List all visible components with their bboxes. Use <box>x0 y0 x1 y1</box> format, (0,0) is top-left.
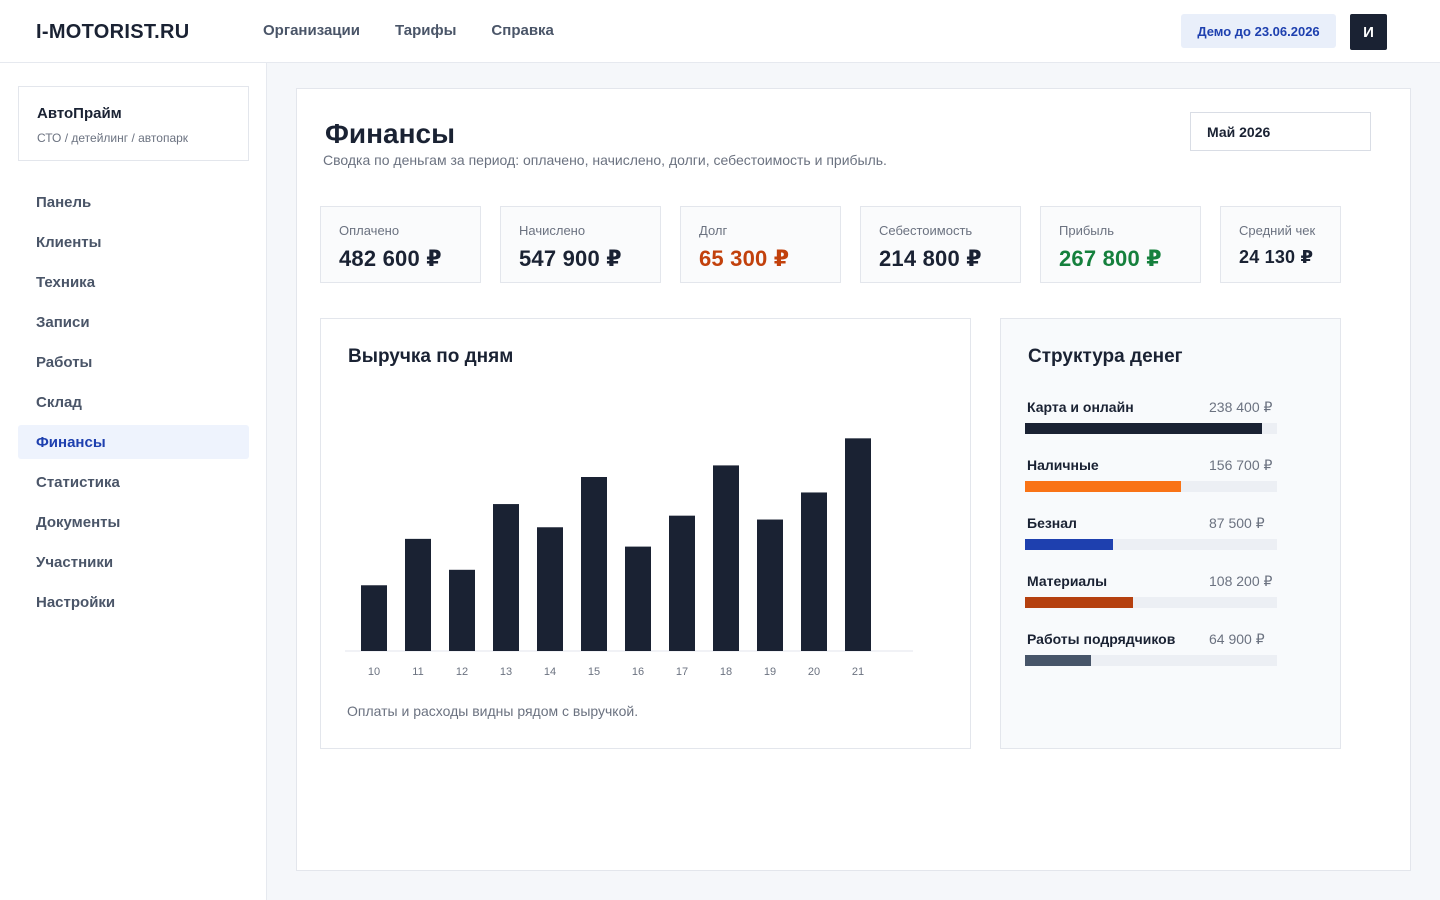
tick-label-21: 21 <box>852 666 864 678</box>
period-select[interactable]: Май 2026 <box>1190 112 1371 151</box>
kpi-value: 65 300 ₽ <box>699 246 790 271</box>
tick-label-13: 13 <box>500 666 512 678</box>
kpi-debt: Долг 65 300 ₽ <box>680 206 841 283</box>
bar-day-14[interactable] <box>537 527 563 651</box>
org-name: АвтоПрайм <box>37 105 122 122</box>
structure-value: 156 700 ₽ <box>1209 457 1273 473</box>
bar-day-21[interactable] <box>845 438 871 651</box>
structure-fill <box>1025 423 1262 434</box>
sidebar-item-documents[interactable]: Документы <box>18 505 249 539</box>
bar-day-16[interactable] <box>625 546 651 651</box>
sidebar-item-vehicles[interactable]: Техника <box>18 265 249 299</box>
nav-tariffs[interactable]: Тарифы <box>395 22 456 39</box>
avatar[interactable]: И <box>1350 14 1387 50</box>
kpi-label: Средний чек <box>1239 223 1316 238</box>
sidebar-item-finance[interactable]: Финансы <box>18 425 249 459</box>
structure-value: 238 400 ₽ <box>1209 399 1273 415</box>
structure-fill <box>1025 539 1114 550</box>
structure-title: Структура денег <box>1028 346 1183 367</box>
tick-label-14: 14 <box>544 666 556 678</box>
sidebar-item-jobs[interactable]: Работы <box>18 345 249 379</box>
kpi-label: Начислено <box>519 223 586 238</box>
top-nav: Организации Тарифы Справка <box>263 22 589 39</box>
kpi-label: Себестоимость <box>879 223 973 238</box>
kpi-label: Прибыль <box>1059 223 1114 238</box>
structure-value: 64 900 ₽ <box>1209 631 1265 647</box>
structure-label: Работы подрядчиков <box>1027 631 1176 647</box>
tick-label-11: 11 <box>412 666 423 678</box>
kpi-label: Долг <box>699 223 728 238</box>
structure-label: Карта и онлайн <box>1027 399 1134 415</box>
structure-fill <box>1025 597 1134 608</box>
tick-label-10: 10 <box>368 666 380 678</box>
sidebar-item-warehouse[interactable]: Склад <box>18 385 249 419</box>
bar-day-20[interactable] <box>801 492 827 651</box>
money-structure-card: Структура денег Карта и онлайн 238 400 ₽ Н… <box>1000 318 1341 749</box>
page-subtitle: Сводка по деньгам за период: оплачено, н… <box>323 152 887 168</box>
structure-label: Материалы <box>1027 573 1108 589</box>
nav-help[interactable]: Справка <box>491 22 553 39</box>
kpi-value: 547 900 ₽ <box>519 246 622 271</box>
sidebar-item-statistics[interactable]: Статистика <box>18 465 249 499</box>
bar-day-18[interactable] <box>713 465 739 651</box>
structure-track <box>1025 423 1277 434</box>
kpi-value: 24 130 ₽ <box>1239 247 1314 267</box>
structure-track <box>1025 481 1277 492</box>
kpi-cost: Себестоимость 214 800 ₽ <box>860 206 1021 283</box>
structure-track <box>1025 655 1277 666</box>
org-card[interactable]: АвтоПрайм СТО / детейлинг / автопарк <box>18 86 249 161</box>
tick-label-17: 17 <box>676 666 688 678</box>
sidebar-menu: Панель Клиенты Техника Записи Работы Скл… <box>18 185 249 625</box>
kpi-avg-check: Средний чек 24 130 ₽ <box>1220 206 1341 283</box>
structure-track <box>1025 597 1277 608</box>
kpi-value: 482 600 ₽ <box>339 246 442 271</box>
tick-label-19: 19 <box>764 666 776 678</box>
kpi-label: Оплачено <box>339 223 400 238</box>
tick-label-16: 16 <box>632 666 644 678</box>
tick-label-12: 12 <box>456 666 468 678</box>
bar-day-19[interactable] <box>757 519 783 651</box>
structure-fill <box>1025 481 1182 492</box>
structure-value: 108 200 ₽ <box>1209 573 1273 589</box>
tick-label-20: 20 <box>808 666 820 678</box>
tick-label-18: 18 <box>720 666 732 678</box>
sidebar: АвтоПрайм СТО / детейлинг / автопарк Пан… <box>0 63 267 900</box>
app-logo[interactable]: I-MOTORIST.RU <box>36 21 190 44</box>
structure-label: Наличные <box>1027 457 1099 473</box>
structure-fill <box>1025 655 1091 666</box>
chart-note: Оплаты и расходы видны рядом с выручкой. <box>347 703 639 719</box>
page-title: Финансы <box>325 118 455 149</box>
kpi-profit: Прибыль 267 800 ₽ <box>1040 206 1201 283</box>
sidebar-item-settings[interactable]: Настройки <box>18 585 249 619</box>
nav-organizations[interactable]: Организации <box>263 22 360 39</box>
bar-day-15[interactable] <box>581 477 607 651</box>
kpi-value: 267 800 ₽ <box>1059 246 1162 271</box>
sidebar-item-dashboard[interactable]: Панель <box>18 185 249 219</box>
structure-label: Безнал <box>1027 515 1077 531</box>
bar-day-12[interactable] <box>449 569 475 651</box>
bar-day-17[interactable] <box>669 515 695 651</box>
sidebar-item-members[interactable]: Участники <box>18 545 249 579</box>
bar-day-10[interactable] <box>361 585 387 651</box>
structure-value: 87 500 ₽ <box>1209 515 1265 531</box>
org-subtitle: СТО / детейлинг / автопарк <box>37 131 189 145</box>
kpi-paid: Оплачено 482 600 ₽ <box>320 206 481 283</box>
kpi-value: 214 800 ₽ <box>879 246 982 271</box>
tick-label-15: 15 <box>588 666 600 678</box>
top-bar: I-MOTORIST.RU Организации Тарифы Справка… <box>0 0 1440 63</box>
sidebar-item-clients[interactable]: Клиенты <box>18 225 249 259</box>
bar-day-13[interactable] <box>493 504 519 651</box>
kpi-charged: Начислено 547 900 ₽ <box>500 206 661 283</box>
demo-badge: Демо до 23.06.2026 <box>1181 14 1336 48</box>
sidebar-item-appointments[interactable]: Записи <box>18 305 249 339</box>
structure-track <box>1025 539 1277 550</box>
revenue-bar-chart: 10 11 12 13 14 15 16 17 18 19 20 21 <box>345 438 913 678</box>
bar-day-11[interactable] <box>405 538 431 651</box>
revenue-chart-card: Выручка по дням 10 11 12 13 14 15 16 17 18 19 20 21… <box>320 318 971 749</box>
